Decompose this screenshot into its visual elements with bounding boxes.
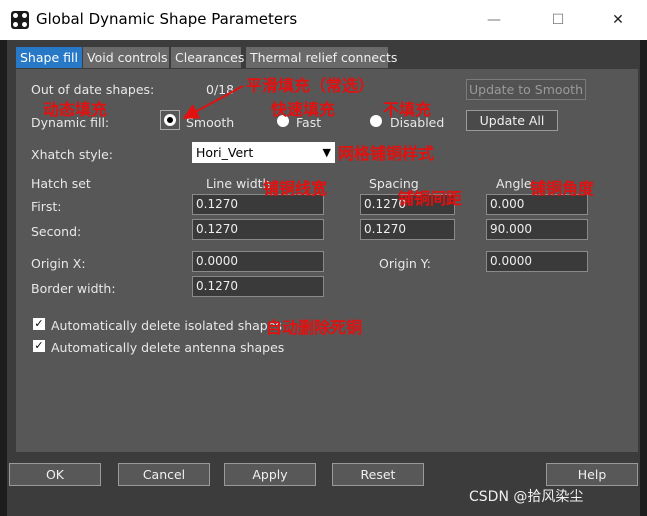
- auto-delete-annotation: 自动删除死铜: [266, 318, 363, 337]
- disabled-annotation: 不填充: [383, 100, 432, 119]
- smooth-annotation: 平滑填充（常选）: [246, 76, 375, 95]
- reset-button[interactable]: Reset: [332, 463, 424, 486]
- dynamic-fill-annotation: 动态填充: [43, 100, 108, 119]
- watermark: CSDN @拾风染尘: [469, 489, 584, 505]
- cancel-button[interactable]: Cancel: [118, 463, 210, 486]
- angle-annotation: 铺铜角度: [530, 179, 595, 198]
- apply-button[interactable]: Apply: [224, 463, 316, 486]
- line-width-annotation: 铺铜线宽: [263, 179, 328, 198]
- ok-button[interactable]: OK: [9, 463, 101, 486]
- spacing-annotation: 铺铜间距: [398, 189, 463, 208]
- fast-annotation: 快速填充: [271, 100, 336, 119]
- xhatch-annotation: 网格铺铜样式: [338, 144, 435, 163]
- help-button[interactable]: Help: [546, 463, 638, 486]
